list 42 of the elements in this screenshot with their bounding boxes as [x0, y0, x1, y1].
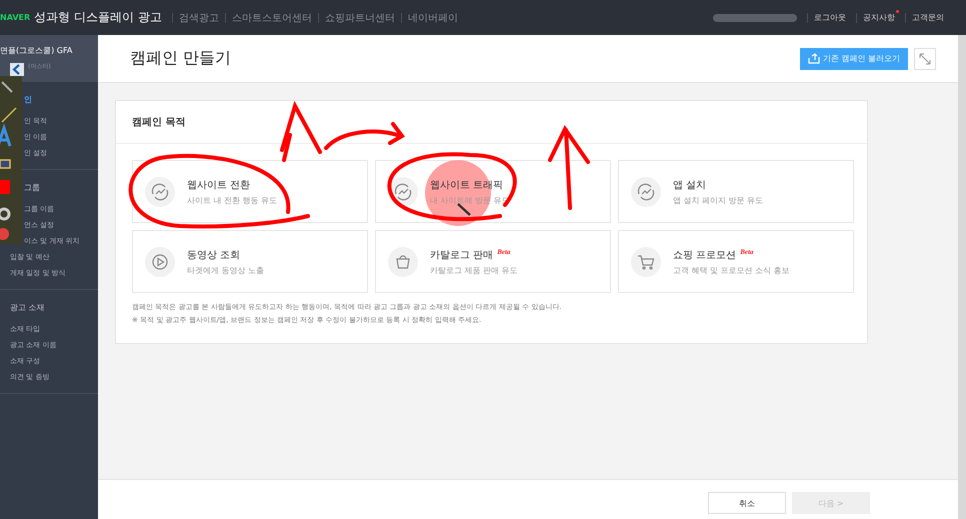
- panel-title: 캠페인 목적: [116, 101, 867, 144]
- nav-link[interactable]: 쇼핑파트너센터: [324, 10, 395, 24]
- objective-card[interactable]: 앱 설치 앱 설치 페이지 방문 유도: [618, 160, 854, 223]
- play-icon: [145, 246, 175, 276]
- refresh-chart-icon: [145, 176, 175, 206]
- sidebar-section[interactable]: 광고 소재: [0, 302, 45, 313]
- product-title: 성과형 디스플레이 광고: [34, 9, 162, 26]
- objective-title: 앱 설치: [673, 178, 706, 192]
- objective-description: 카탈로그 제품 판매 유도: [430, 264, 518, 276]
- expand-button[interactable]: [914, 48, 936, 70]
- objective-title: 웹사이트 전환: [187, 178, 250, 192]
- objective-title: 웹사이트 트래픽: [430, 178, 504, 192]
- shopping-bag-icon: [388, 246, 418, 276]
- sidebar-section[interactable]: 그룹: [24, 182, 40, 193]
- annotation-tools-drawing[interactable]: [0, 76, 22, 244]
- objective-description: 사이트 내 전환 행동 유도: [187, 194, 278, 206]
- objective-description: 타겟에게 동영상 노출: [187, 264, 264, 276]
- objective-description: 앱 설치 페이지 방문 유도: [673, 194, 764, 206]
- objective-title: 쇼핑 프로모션: [673, 248, 736, 262]
- objective-card[interactable]: 동영상 조회 타겟에게 동영상 노출: [132, 230, 368, 293]
- footer-button[interactable]: 취소: [708, 492, 786, 514]
- objective-description: 고객 혜택 및 프로모션 소식 홍보: [673, 264, 790, 276]
- expand-icon: [918, 52, 932, 66]
- objective-title: 카탈로그 판매: [430, 248, 494, 262]
- header-link[interactable]: 로그아웃: [814, 12, 850, 23]
- objective-card[interactable]: 웹사이트 전환 사이트 내 전환 행동 유도: [132, 160, 368, 223]
- page-title: 캠페인 만들기: [130, 48, 232, 69]
- nav-link[interactable]: 네이버페이: [408, 10, 458, 24]
- header-link[interactable]: 공지사항: [863, 12, 899, 23]
- logo[interactable]: NAVER: [0, 13, 30, 22]
- header-link[interactable]: 고객문의: [912, 12, 948, 23]
- account-name: 면플(그로스쿨) GFA: [0, 45, 74, 56]
- objective-title: 동영상 조회: [187, 248, 240, 262]
- nav-link[interactable]: 검색광고: [178, 10, 219, 24]
- cart-icon: [631, 246, 661, 276]
- nav-link[interactable]: 스마트스토어센터: [232, 10, 312, 24]
- collapse-icon[interactable]: [10, 63, 24, 76]
- pen-cursor-icon: [457, 203, 471, 216]
- refresh-chart-icon: [388, 176, 418, 206]
- sidebar-section[interactable]: 인: [24, 94, 32, 105]
- upload-icon: [808, 53, 820, 64]
- refresh-chart-icon: [631, 176, 661, 206]
